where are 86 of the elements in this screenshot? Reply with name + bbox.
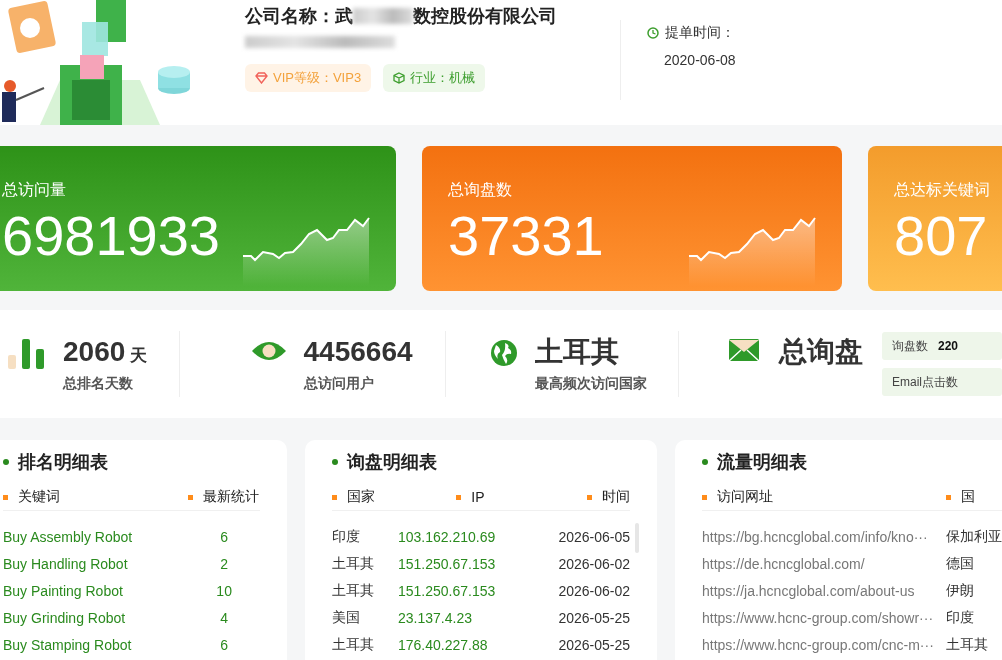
- ip-cell-text: 151.250.67.153: [398, 555, 497, 572]
- order-time-value: 2020-06-08: [664, 52, 736, 68]
- keyword-cell-text: Buy Grinding Robot: [3, 609, 127, 626]
- bullet-icon: [702, 459, 708, 465]
- square-bullet-icon: [702, 494, 707, 500]
- country-cell-text: 土耳其: [332, 554, 375, 573]
- date-cell: 2026-06-02: [558, 555, 630, 572]
- ip-cell-text: 151.250.67.153: [398, 582, 497, 599]
- square-bullet-icon: [3, 494, 8, 500]
- tag-badge: 行业：机械: [383, 64, 486, 92]
- company-name: 数控股份有限公司: [413, 5, 557, 28]
- ip-cell-text: 103.162.210.69: [398, 528, 497, 545]
- keyword-cell-text: Buy Painting Robot: [3, 582, 124, 599]
- country-cell-text: 土耳其: [332, 635, 375, 654]
- date-cell: 2026-06-02: [558, 582, 630, 599]
- country-cell: 伊朗: [946, 581, 974, 600]
- keyword-cell-text: Buy Stamping Robot: [3, 636, 133, 653]
- column-header: 国: [961, 488, 975, 506]
- metric-value: 220: [938, 339, 958, 353]
- metric-label: Email点击数: [892, 373, 958, 391]
- country-cell-text: 土耳其: [332, 581, 375, 600]
- panel-title: 排名明细表: [18, 451, 108, 474]
- count-cell-text: 6: [219, 636, 230, 653]
- date-cell: 2026-05-25: [558, 636, 630, 653]
- stat-label: 总排名天数: [63, 375, 134, 393]
- tag-badge: VIP等级：VIP3: [245, 64, 372, 92]
- blurred-text: [353, 8, 413, 24]
- count-cell-text: 4: [219, 609, 230, 626]
- country-cell: 德国: [946, 554, 974, 573]
- url-cell-text: https://bg.hcncglobal.com/info/kno···: [702, 528, 929, 545]
- company-name: 公司名称：武: [245, 5, 353, 28]
- card-label: 总访问量: [2, 180, 67, 200]
- column-header: 关键词: [18, 488, 60, 506]
- order-time-label: 提单时间：: [665, 24, 735, 42]
- eye-icon: [250, 339, 287, 363]
- count-cell-text: 10: [215, 582, 233, 599]
- url-cell-text: https://ja.hcncglobal.com/about-us: [702, 582, 916, 599]
- count-cell-text: 2: [219, 555, 230, 572]
- count-cell-text: 6: [219, 528, 230, 545]
- diamond-icon: [255, 72, 268, 84]
- stat-label: 最高频次访问国家: [534, 375, 647, 393]
- column-header: 时间: [602, 488, 630, 506]
- column-header: 最新统计: [203, 488, 260, 506]
- keyword-cell-text: Buy Assembly Robot: [3, 528, 134, 545]
- stat-value: 总询盘: [778, 335, 863, 369]
- mail-icon: [728, 339, 759, 361]
- bar-chart-icon: [8, 339, 46, 369]
- card-value: 6981933: [2, 203, 220, 269]
- country-cell: 土耳其: [946, 635, 988, 654]
- square-bullet-icon: [456, 494, 462, 500]
- square-bullet-icon: [946, 494, 951, 500]
- stat-value: 土耳其: [534, 335, 619, 369]
- bullet-icon: [3, 459, 9, 465]
- card-value: 807: [894, 203, 989, 269]
- stat-label: 总访问用户: [303, 375, 375, 393]
- stat-unit: 天: [130, 345, 148, 367]
- country-cell: 保加利亚: [946, 527, 1002, 546]
- bullet-icon: [332, 459, 338, 465]
- ip-cell-text: 176.40.227.88: [398, 636, 489, 653]
- date-cell: 2026-05-25: [558, 609, 630, 626]
- card-value: 37331: [448, 203, 604, 269]
- panel-title: 流量明细表: [717, 451, 807, 474]
- panel-title: 询盘明细表: [347, 451, 437, 474]
- url-cell-text: https://www.hcnc-group.com/cnc-m···: [702, 636, 935, 653]
- card-label: 总达标关键词: [894, 180, 990, 200]
- url-cell-text: https://de.hcncglobal.com/: [702, 555, 866, 572]
- url-cell-text: https://www.hcnc-group.com/showr···: [702, 609, 935, 626]
- stat-value: 4456664: [303, 335, 413, 369]
- cube-icon: [393, 72, 406, 84]
- country-cell-text: 印度: [332, 527, 361, 546]
- clock-icon: [647, 27, 659, 39]
- date-cell: 2026-06-05: [558, 528, 630, 545]
- country-cell: 印度: [946, 608, 974, 627]
- metric-label: 询盘数: [892, 337, 928, 355]
- column-header: IP: [471, 489, 485, 505]
- column-header: 访问网址: [717, 488, 773, 506]
- column-header: 国家: [347, 488, 375, 506]
- card-label: 总询盘数: [448, 180, 513, 200]
- square-bullet-icon: [188, 494, 194, 500]
- ip-cell-text: 23.137.4.23: [398, 609, 473, 626]
- square-bullet-icon: [332, 494, 337, 500]
- country-cell-text: 美国: [332, 608, 361, 627]
- globe-icon: [489, 339, 518, 367]
- square-bullet-icon: [587, 494, 592, 500]
- keyword-cell-text: Buy Handling Robot: [3, 555, 129, 572]
- stat-value: 2060: [63, 335, 126, 369]
